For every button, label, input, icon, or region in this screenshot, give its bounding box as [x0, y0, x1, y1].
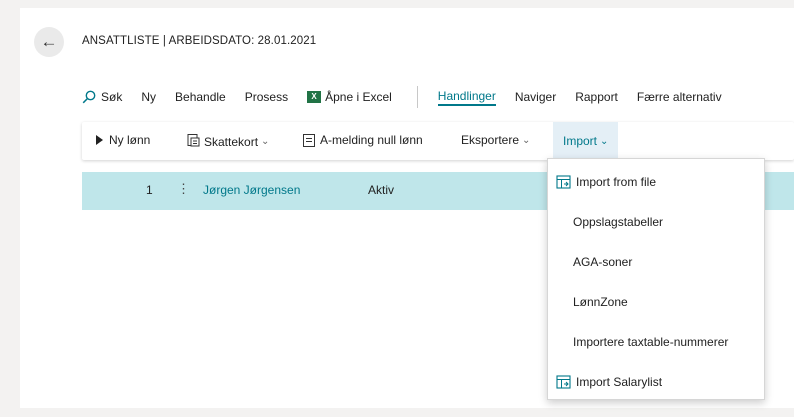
action-bar: Søk Ny Behandle Prosess X Åpne i Excel H…: [82, 86, 741, 108]
tab-navigate[interactable]: Naviger: [515, 90, 556, 104]
export-button[interactable]: Eksportere ⌄: [461, 133, 530, 147]
search-icon: [82, 90, 96, 104]
divider: [416, 86, 418, 108]
excel-icon: X: [307, 91, 322, 103]
fewer-options-button[interactable]: Færre alternativ: [637, 90, 722, 104]
export-label: Eksportere: [461, 133, 520, 147]
tax-card-icon: [186, 133, 200, 150]
open-in-excel-label: Åpne i Excel: [325, 90, 392, 104]
chevron-down-icon: ⌄: [600, 135, 609, 147]
process-button[interactable]: Behandle: [175, 90, 226, 104]
tab-report[interactable]: Rapport: [575, 90, 618, 104]
tab-actions[interactable]: Handlinger: [437, 89, 496, 106]
tax-card-label: Skattekort: [204, 134, 259, 149]
employee-status: Aktiv: [368, 183, 395, 197]
tax-card-button[interactable]: Skattekort ⌄: [186, 133, 269, 150]
import-file-icon: [556, 175, 571, 189]
menu-item-salary-zone[interactable]: LønnZone: [548, 282, 764, 322]
amelding-label: A-melding null lønn: [320, 133, 423, 147]
row-number: 1: [146, 183, 153, 197]
import-button[interactable]: Import ⌄: [553, 122, 619, 160]
search-button[interactable]: Søk: [82, 90, 122, 104]
page-title: ANSATTLISTE | ARBEIDSDATO: 28.01.2021: [82, 35, 317, 47]
arrow-left-icon: ←: [40, 32, 58, 51]
new-button[interactable]: Ny: [141, 90, 156, 104]
menu-item-aga-zones[interactable]: AGA-soner: [548, 242, 764, 282]
row-menu-icon[interactable]: ⋮: [177, 181, 190, 197]
chevron-down-icon: ⌄: [261, 136, 270, 147]
employee-name-link[interactable]: Jørgen Jørgensen: [203, 183, 300, 197]
play-icon: [96, 135, 103, 145]
open-in-excel-button[interactable]: X Åpne i Excel: [307, 90, 392, 104]
process2-button[interactable]: Prosess: [245, 90, 288, 104]
new-salary-label: Ny lønn: [109, 133, 151, 147]
menu-item-import-salarylist[interactable]: Import Salarylist: [548, 362, 764, 402]
amelding-button[interactable]: A-melding null lønn: [303, 133, 423, 147]
document-icon: [303, 133, 315, 147]
chevron-down-icon: ⌄: [522, 134, 531, 146]
import-label: Import: [563, 134, 598, 148]
import-dropdown-menu: Import from file Oppslagstabeller AGA-so…: [547, 158, 765, 400]
menu-item-lookup-tables[interactable]: Oppslagstabeller: [548, 202, 764, 242]
back-button[interactable]: ←: [34, 27, 64, 57]
menu-item-import-taxtable-numbers[interactable]: Importere taxtable-nummerer: [548, 322, 764, 362]
actions-toolbar: Ny lønn Skattekort ⌄ A-melding null lønn…: [82, 122, 794, 160]
import-file-icon: [556, 375, 571, 389]
search-label: Søk: [101, 90, 123, 104]
menu-item-label: Import from file: [576, 175, 657, 189]
menu-item-import-from-file[interactable]: Import from file: [548, 162, 764, 202]
new-salary-button[interactable]: Ny lønn: [96, 133, 150, 147]
menu-item-label: Import Salarylist: [576, 375, 663, 389]
